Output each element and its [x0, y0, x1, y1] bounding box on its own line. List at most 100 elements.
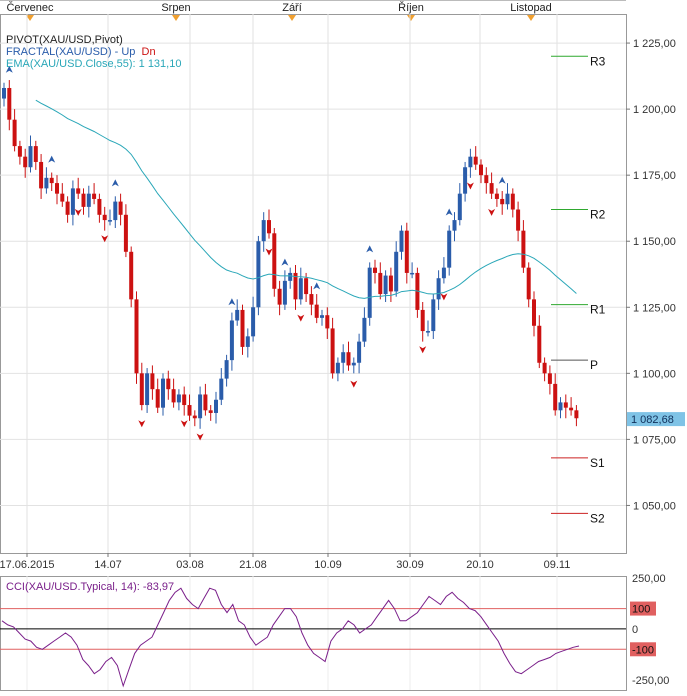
candle-body	[537, 325, 542, 363]
candle-body	[341, 352, 346, 363]
legend-fractal-dn: Dn	[141, 46, 156, 58]
x-tick-label: 30.09	[396, 559, 424, 571]
candle-body	[12, 119, 17, 147]
candle-body	[86, 193, 91, 207]
candle-body	[362, 317, 367, 342]
candle-body	[484, 175, 489, 184]
cci-tick-label: -100	[632, 644, 654, 656]
cci-tick-label: 100	[632, 604, 650, 616]
candle-body	[261, 220, 266, 242]
candle-body	[288, 272, 293, 281]
y-tick-label: 1 175,00	[633, 170, 676, 182]
candle-body	[378, 272, 383, 295]
candle-body	[542, 362, 547, 374]
candle-body	[240, 309, 245, 347]
candle-body	[155, 389, 160, 408]
candle-body	[563, 402, 568, 408]
legend-ema-text: EMA(XAU/USD.Close,55): 1 131,10	[6, 58, 182, 70]
candle-body	[176, 394, 181, 403]
x-tick-label: 21.08	[239, 559, 267, 571]
candle-body	[97, 198, 102, 215]
last-price-label: 1 082,68	[631, 414, 674, 426]
month-label: Srpen	[161, 2, 190, 14]
candle-body	[505, 193, 510, 205]
main-panel-frame	[0, 14, 627, 554]
candle-body	[447, 230, 452, 268]
candle-body	[574, 410, 579, 419]
candle-body	[28, 146, 33, 168]
candle-body	[320, 315, 324, 318]
cci-tick-label: 250,00	[632, 573, 666, 585]
candle-body	[388, 275, 393, 292]
candle-body	[256, 241, 261, 308]
candle-body	[357, 341, 362, 363]
candle-body	[473, 156, 478, 165]
candle-body	[553, 383, 558, 411]
candle-body	[219, 378, 224, 400]
x-tick-label: 03.08	[176, 559, 204, 571]
candle-body	[325, 315, 330, 329]
candle-body	[346, 352, 351, 366]
candle-body	[123, 214, 128, 252]
candle-body	[81, 193, 86, 207]
candle-body	[367, 267, 372, 318]
candle-body	[235, 309, 240, 321]
pivot-level-label: S2	[590, 511, 605, 525]
candle-body	[479, 164, 483, 176]
candle-body	[65, 201, 70, 215]
x-tick-label: 20.10	[466, 559, 494, 571]
candle-body	[309, 294, 314, 305]
candle-body	[394, 251, 399, 292]
candle-body	[431, 299, 436, 332]
y-tick-label: 1 150,00	[633, 236, 676, 248]
candle-body	[558, 402, 563, 411]
candle-body	[139, 373, 144, 406]
candle-body	[457, 193, 462, 221]
y-tick-label: 1 050,00	[633, 500, 676, 512]
candle-body	[49, 177, 54, 184]
candle-body	[251, 307, 256, 337]
candle-body	[92, 193, 97, 199]
candle-body	[510, 193, 515, 210]
candle-body	[118, 201, 123, 215]
candle-body	[113, 201, 118, 221]
candle-body	[192, 415, 197, 419]
candle-body	[410, 272, 415, 275]
candle-body	[224, 360, 229, 379]
candle-body	[314, 304, 319, 318]
candle-body	[102, 214, 107, 221]
legend-fractal-sep: -	[111, 46, 122, 58]
x-tick-label: 14.07	[94, 559, 122, 571]
candle-body	[108, 220, 112, 222]
candle-body	[76, 188, 81, 194]
candle-body	[569, 407, 574, 411]
candle-body	[33, 146, 38, 162]
candle-body	[187, 405, 192, 416]
candle-body	[277, 288, 282, 305]
y-tick-label: 1 100,00	[633, 368, 676, 380]
pivot-level-label: R1	[590, 303, 606, 317]
candle-body	[426, 331, 430, 333]
candle-body	[383, 275, 388, 295]
candle-body	[547, 373, 552, 384]
candle-body	[55, 183, 59, 194]
legend-ema: EMA(XAU/USD.Close,55): 1 131,10	[6, 58, 181, 71]
candle-body	[2, 87, 6, 99]
candle-body	[468, 156, 473, 168]
candle-body	[145, 373, 150, 406]
legend-fractal-text: FRACTAL(XAU/USD)	[6, 46, 112, 58]
candle-body	[494, 193, 499, 199]
candle-body	[436, 278, 441, 300]
legend-cci-text: CCI(XAU/USD.Typical, 14): -83,97	[6, 581, 175, 593]
candle-body	[500, 198, 505, 205]
candle-body	[532, 299, 536, 326]
candle-body	[166, 378, 171, 390]
candle-body	[134, 299, 139, 374]
candle-body	[335, 362, 340, 374]
cci-tick-label: 0	[632, 624, 638, 636]
pivot-level-label: R3	[590, 54, 606, 68]
candle-body	[463, 167, 468, 194]
candle-body	[150, 373, 155, 390]
candle-body	[129, 251, 134, 300]
y-tick-label: 1 225,00	[633, 38, 676, 50]
